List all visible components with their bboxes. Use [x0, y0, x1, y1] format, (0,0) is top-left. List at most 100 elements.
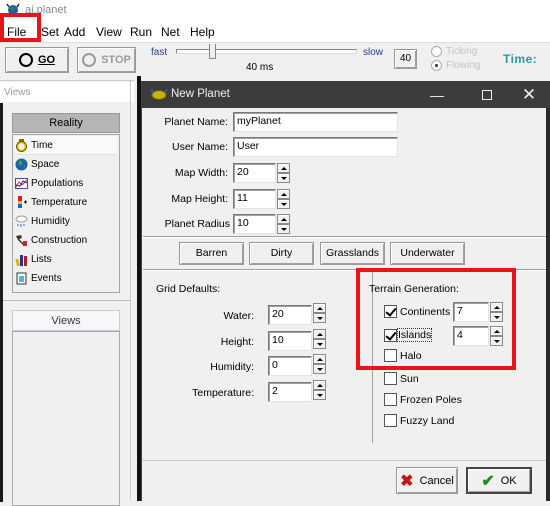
humidity-spinner[interactable] — [313, 354, 326, 374]
preset-dirty-button[interactable]: Dirty — [249, 242, 314, 265]
spin-up-icon[interactable] — [313, 329, 326, 339]
planet-radius-spinner[interactable] — [277, 214, 290, 234]
height-spinner[interactable] — [313, 329, 326, 349]
app-titlebar: ai.planet — [0, 0, 550, 22]
cancel-x-icon: ✖ — [400, 472, 414, 490]
height-input[interactable]: 10 — [268, 331, 312, 351]
stopwatch-icon — [15, 138, 28, 152]
temperature-label: Temperature: — [192, 387, 254, 399]
frozen-poles-checkbox[interactable] — [384, 393, 397, 406]
terrain-highlight-box — [356, 268, 516, 370]
spin-down-icon[interactable] — [313, 313, 326, 323]
reality-header[interactable]: Reality — [12, 113, 120, 133]
spin-down-icon[interactable] — [277, 173, 290, 183]
speed-fast-label: fast — [151, 47, 168, 58]
speed-value-button[interactable]: 40 — [394, 49, 417, 69]
speed-slider-thumb[interactable] — [209, 44, 216, 59]
map-width-spinner[interactable] — [277, 163, 290, 183]
views-panel-header: Views — [0, 82, 134, 102]
water-spinner[interactable] — [313, 303, 326, 323]
user-name-label: User Name: — [171, 141, 228, 153]
time-label: Time: — [503, 52, 538, 66]
dialog-titlebar: New Planet — ✕ — [142, 81, 550, 108]
ticking-radio[interactable] — [431, 46, 442, 57]
stop-button[interactable]: STOP — [77, 47, 136, 73]
fuzzy-land-label: Fuzzy Land — [400, 415, 455, 427]
spin-up-icon[interactable] — [313, 380, 326, 390]
humidity-label: Humidity: — [210, 361, 254, 373]
spin-down-icon[interactable] — [277, 224, 290, 234]
dialog-right-edge — [546, 108, 550, 501]
go-button[interactable]: GO — [5, 47, 69, 73]
cancel-button[interactable]: ✖ Cancel — [396, 467, 458, 494]
reality-item-time[interactable]: Time — [15, 136, 117, 155]
spin-down-icon[interactable] — [313, 339, 326, 349]
reality-item-temperature[interactable]: Temperature — [15, 193, 117, 212]
spin-down-icon[interactable] — [313, 390, 326, 400]
map-height-input[interactable]: 11 — [233, 189, 276, 209]
water-label: Water: — [223, 310, 254, 322]
humidity-input[interactable]: 0 — [268, 356, 312, 376]
thermometer-icon — [15, 196, 28, 209]
temperature-spinner[interactable] — [313, 380, 326, 400]
maximize-button[interactable] — [464, 81, 510, 108]
preset-barren-button[interactable]: Barren — [179, 242, 244, 265]
preset-grasslands-button[interactable]: Grasslands — [320, 242, 385, 265]
hammer-icon — [15, 234, 28, 247]
chart-icon — [15, 177, 28, 190]
map-height-spinner[interactable] — [277, 189, 290, 209]
menu-help[interactable]: Help — [190, 25, 215, 39]
menu-view[interactable]: View — [96, 25, 122, 39]
menu-bar: File Set Add View Run Net Help — [0, 22, 550, 42]
spin-up-icon[interactable] — [313, 303, 326, 313]
reality-item-construction[interactable]: Construction — [15, 231, 117, 250]
spin-up-icon[interactable] — [277, 189, 290, 199]
menu-run[interactable]: Run — [130, 25, 152, 39]
sun-checkbox[interactable] — [384, 372, 397, 385]
planet-radius-input[interactable]: 10 — [233, 214, 276, 234]
close-button[interactable]: ✕ — [506, 81, 550, 108]
speed-slow-label: slow — [363, 47, 384, 58]
menu-net[interactable]: Net — [161, 25, 180, 39]
grid-defaults-title: Grid Defaults: — [156, 283, 221, 295]
spin-up-icon[interactable] — [277, 214, 290, 224]
spin-up-icon[interactable] — [277, 163, 290, 173]
spin-down-icon[interactable] — [313, 364, 326, 374]
dialog-title: New Planet — [171, 88, 230, 100]
checkmark-icon: ✔ — [481, 472, 495, 490]
speed-slider-track[interactable] — [176, 49, 357, 54]
views-separator — [3, 300, 131, 301]
minimize-button[interactable]: — — [414, 81, 460, 108]
stop-icon — [82, 53, 97, 67]
panel-edge — [0, 103, 3, 502]
speed-ms-readout: 40 ms — [246, 62, 274, 73]
views-list-header[interactable]: Views — [12, 310, 120, 331]
fuzzy-land-checkbox[interactable] — [384, 414, 397, 427]
panel-divider — [130, 80, 131, 501]
planet-radius-label: Planet Radius — [164, 218, 230, 230]
ok-button[interactable]: ✔ OK — [466, 467, 532, 494]
divider — [143, 236, 546, 238]
temperature-input[interactable]: 2 — [268, 382, 312, 402]
spin-up-icon[interactable] — [313, 354, 326, 364]
reality-item-lists[interactable]: Lists — [15, 250, 117, 269]
map-width-input[interactable]: 20 — [233, 163, 276, 183]
reality-item-humidity[interactable]: Humidity — [15, 212, 117, 231]
reality-item-space[interactable]: Space — [15, 155, 117, 174]
globe-icon — [15, 158, 28, 171]
file-menu-highlight-box — [0, 13, 41, 42]
preset-underwater-button[interactable]: Underwater — [390, 242, 465, 265]
water-input[interactable]: 20 — [268, 305, 312, 325]
menu-add[interactable]: Add — [64, 25, 85, 39]
reality-list: Time Space Populations Temperature Humid… — [12, 134, 120, 293]
menu-set[interactable]: Set — [41, 25, 59, 39]
user-name-input[interactable]: User — [233, 137, 398, 157]
stopwatch-icon — [18, 53, 33, 67]
reality-item-populations[interactable]: Populations — [15, 174, 117, 193]
views-list — [12, 331, 120, 506]
flowing-radio[interactable] — [431, 60, 442, 71]
ticking-label: Ticking — [446, 46, 478, 57]
reality-item-events[interactable]: Events — [15, 269, 117, 288]
spin-down-icon[interactable] — [277, 199, 290, 209]
planet-name-input[interactable]: myPlanet — [233, 112, 398, 132]
